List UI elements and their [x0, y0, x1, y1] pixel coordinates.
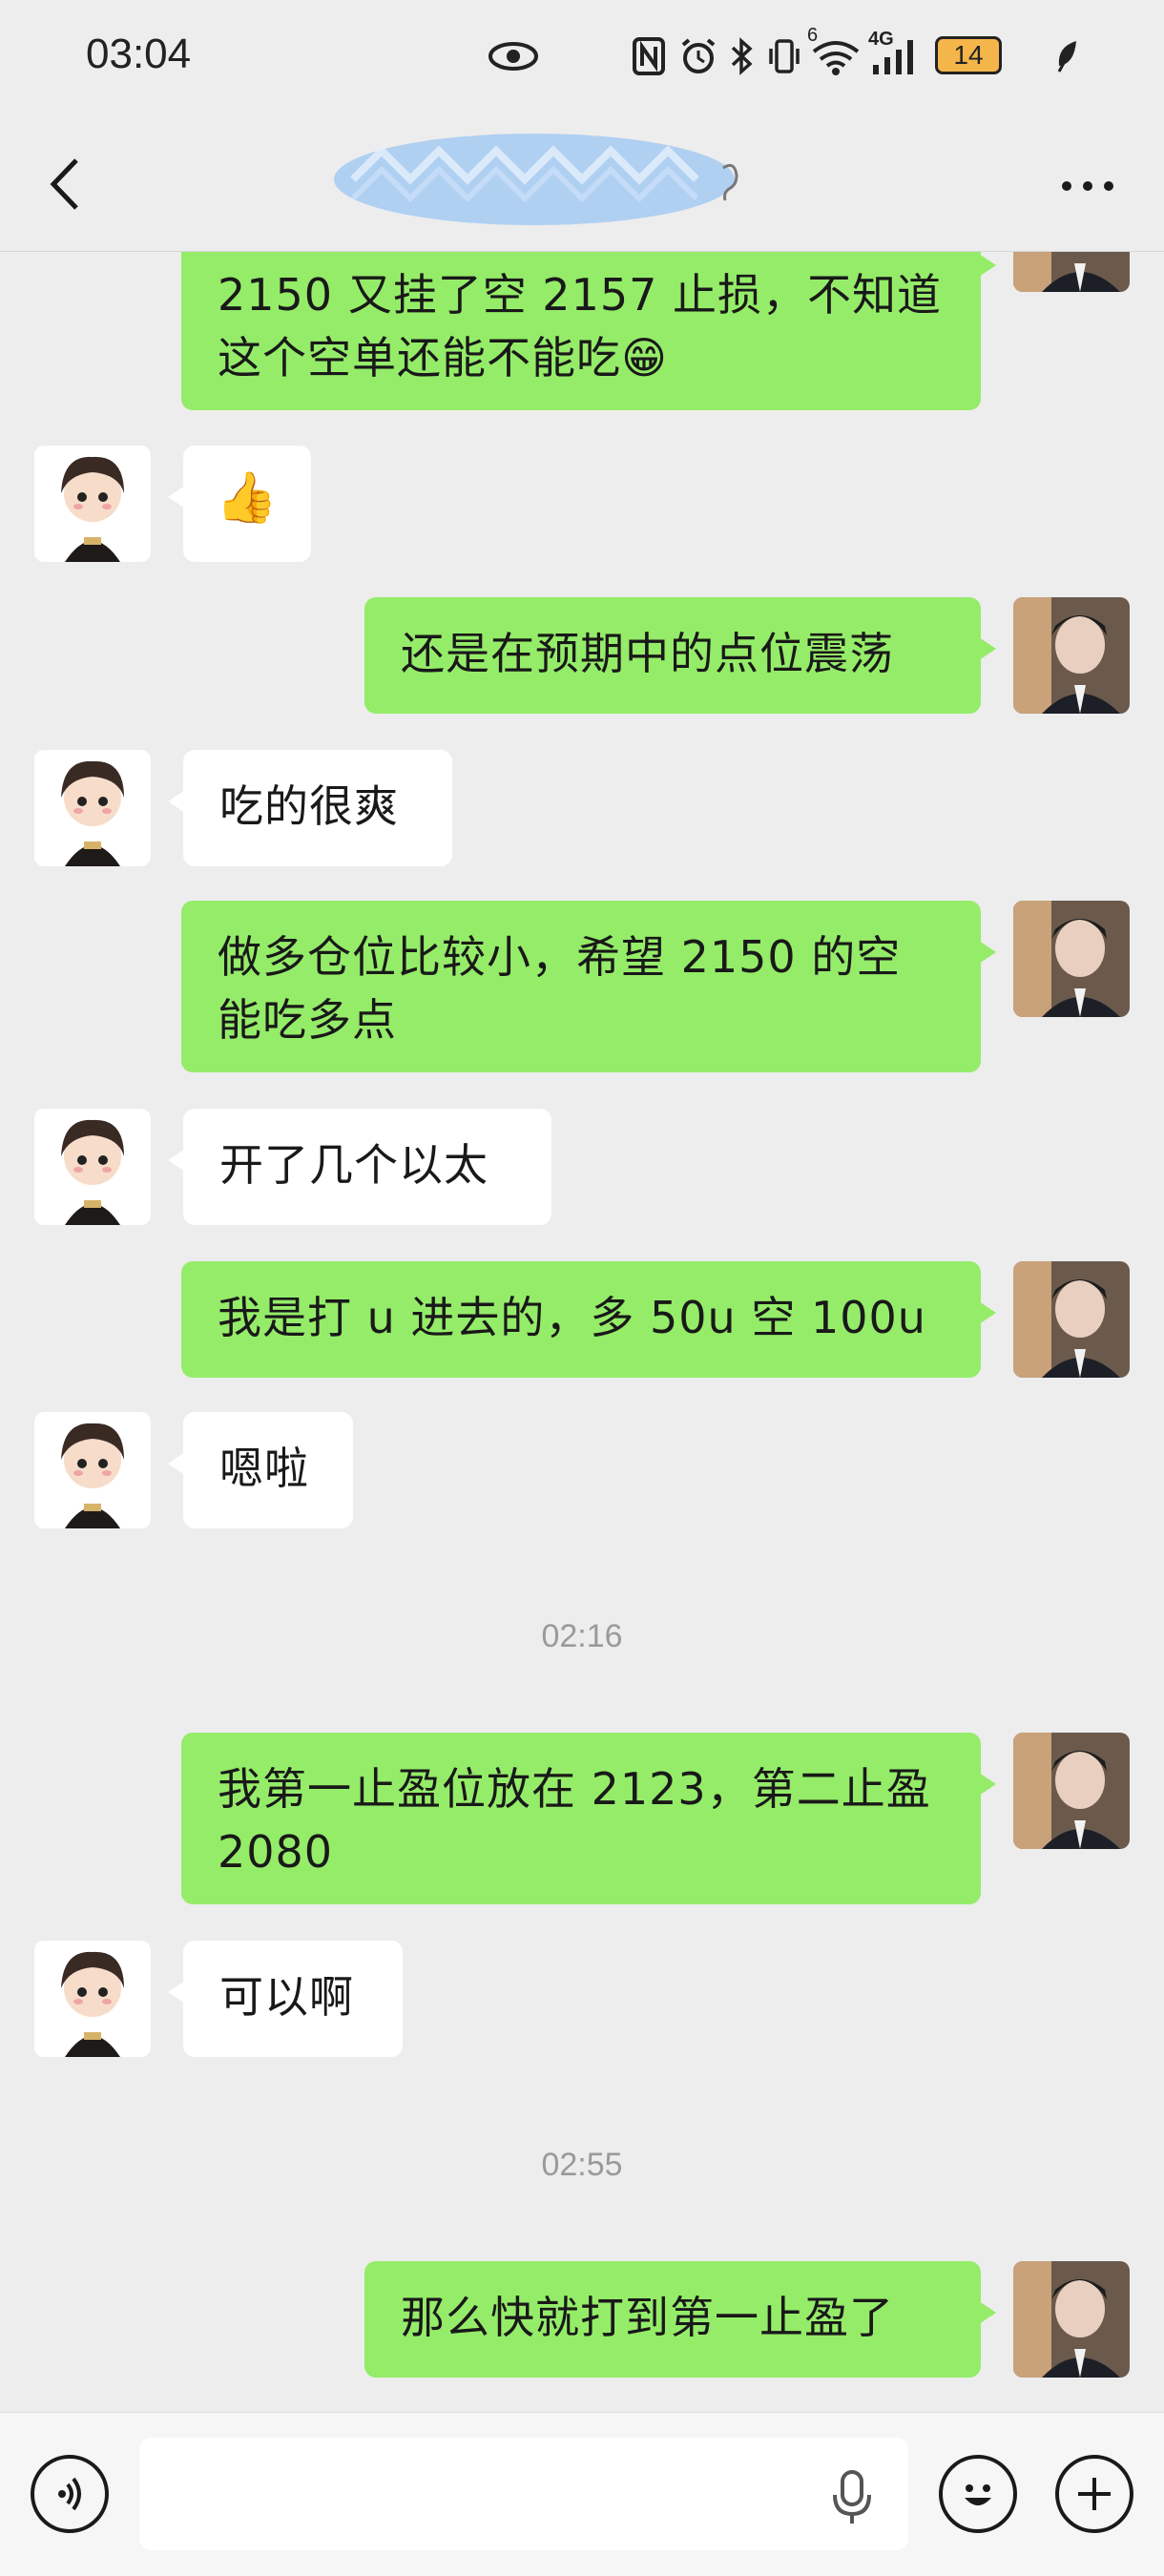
- nfc-icon: [630, 32, 668, 80]
- message-bubble-other[interactable]: 可以啊: [168, 1941, 403, 2057]
- my-avatar[interactable]: [1013, 252, 1130, 292]
- my-avatar[interactable]: [1013, 2261, 1130, 2378]
- chat-timestamp: 02:16: [541, 1618, 623, 1654]
- message-bubble-other[interactable]: 👍: [168, 446, 311, 562]
- microphone-button[interactable]: [828, 2468, 876, 2527]
- contact-avatar[interactable]: [34, 1412, 151, 1528]
- message-text: 还是在预期中的点位震荡: [401, 628, 894, 679]
- status-time: 03:04: [86, 31, 192, 77]
- message-bubble-me[interactable]: 那么快就打到第一止盈了: [364, 2261, 996, 2378]
- chat-header: [0, 113, 1164, 252]
- signal-icon: 4G: [868, 29, 922, 80]
- message-text: 做多仓位比较小，希望 2150 的空能吃多点: [218, 931, 902, 1046]
- voice-toggle-button[interactable]: [31, 2455, 109, 2533]
- bluetooth-icon: [725, 32, 759, 80]
- message-bubble-me[interactable]: 我第一止盈位放在 2123，第二止盈 2080: [181, 1733, 996, 1904]
- contact-avatar[interactable]: [34, 1941, 151, 2057]
- vibrate-icon: [763, 32, 805, 80]
- my-avatar[interactable]: [1013, 597, 1130, 714]
- message-text: 开了几个以太: [219, 1139, 488, 1191]
- contact-avatar[interactable]: [34, 446, 151, 562]
- message-input[interactable]: [139, 2438, 908, 2550]
- message-bubble-other[interactable]: 吃的很爽: [168, 750, 452, 866]
- network-type: 4G: [868, 29, 894, 50]
- my-avatar[interactable]: [1013, 1261, 1130, 1378]
- contact-avatar[interactable]: [34, 750, 151, 866]
- contact-name[interactable]: [334, 151, 754, 218]
- wifi-icon: 6: [807, 25, 863, 80]
- wifi-badge: 6: [807, 25, 819, 46]
- message-bubble-me[interactable]: 2150 又挂了空 2157 止损，不知道这个空单还能不能吃😁: [181, 252, 996, 410]
- message-text: 可以啊: [219, 1971, 354, 2023]
- message-text: 我是打 u 进去的，多 50u 空 100u: [218, 1292, 926, 1343]
- battery-level: 14: [953, 40, 984, 70]
- message-bubble-other[interactable]: 开了几个以太: [168, 1109, 551, 1225]
- more-dots-icon: [1062, 181, 1113, 191]
- message-text: 嗯啦: [219, 1443, 309, 1494]
- emoji-button[interactable]: [939, 2455, 1017, 2533]
- chevron-left-icon: [50, 158, 78, 210]
- alarm-icon: [677, 32, 719, 80]
- chat-messages[interactable]: 2150 又挂了空 2157 止损，不知道这个空单还能不能吃😁 👍 还是在预期中…: [0, 252, 1164, 2412]
- my-avatar[interactable]: [1013, 1733, 1130, 1849]
- message-bubble-me[interactable]: 还是在预期中的点位震荡: [364, 597, 996, 714]
- input-bar: [0, 2412, 1164, 2576]
- thumbs-up-icon: 👍: [216, 469, 279, 527]
- plus-button[interactable]: [1055, 2455, 1133, 2533]
- message-text: 吃的很爽: [219, 780, 399, 832]
- battery-icon: 14: [935, 36, 1002, 74]
- contact-avatar[interactable]: [34, 1109, 151, 1225]
- chat-timestamp: 02:55: [541, 2147, 623, 2183]
- voice-icon: [58, 2477, 81, 2511]
- microphone-icon: [833, 2470, 871, 2524]
- back-button[interactable]: [38, 151, 95, 218]
- plus-icon: [1078, 2478, 1111, 2510]
- message-text: 那么快就打到第一止盈了: [401, 2292, 894, 2343]
- status-bar: 03:04 6 4G 14: [0, 0, 1164, 113]
- message-bubble-other[interactable]: 嗯啦: [168, 1412, 353, 1528]
- message-bubble-me[interactable]: 做多仓位比较小，希望 2150 的空能吃多点: [181, 901, 996, 1072]
- message-text: 我第一止盈位放在 2123，第二止盈 2080: [218, 1763, 931, 1878]
- eye-icon: [485, 32, 542, 80]
- leaf-icon: [1053, 32, 1082, 80]
- message-bubble-me[interactable]: 我是打 u 进去的，多 50u 空 100u: [181, 1261, 996, 1378]
- message-text: 2150 又挂了空 2157 止损，不知道这个空单还能不能吃😁: [218, 269, 942, 384]
- my-avatar[interactable]: [1013, 901, 1130, 1017]
- more-button[interactable]: [1050, 156, 1126, 213]
- emoji-icon: [965, 2484, 991, 2505]
